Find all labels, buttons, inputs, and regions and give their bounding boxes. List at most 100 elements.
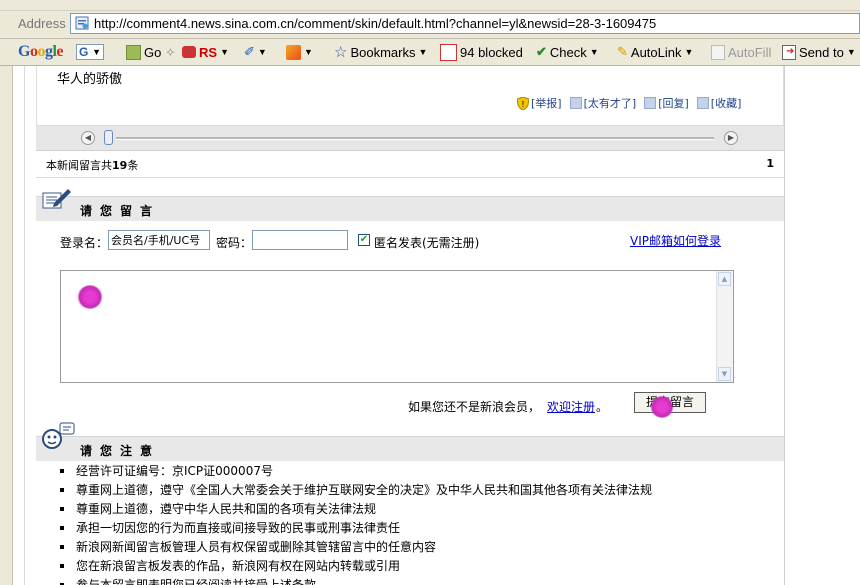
comment-form: 登录名： 密码： ✔ 匿名发表(无需注册) VIP邮箱如何登录 ▲ ▼ 如果您还… bbox=[36, 216, 784, 436]
comment-actions: ! [举报] [太有才了] [回复] [收藏] bbox=[517, 95, 741, 111]
chevron-down-icon: ▼ bbox=[92, 47, 101, 57]
report-link[interactable]: ! [举报] bbox=[517, 95, 562, 111]
scroll-down-arrow-icon[interactable]: ▼ bbox=[718, 367, 731, 381]
address-field[interactable]: http://comment4.news.sina.com.cn/comment… bbox=[70, 13, 860, 34]
slider-track-line bbox=[116, 137, 714, 140]
autofill-icon bbox=[711, 44, 725, 60]
cursor-highlight-icon bbox=[650, 396, 674, 418]
right-margin bbox=[785, 66, 860, 585]
comment-textarea[interactable]: ▲ ▼ bbox=[60, 270, 734, 383]
chevron-down-icon: ▼ bbox=[418, 47, 428, 57]
password-label: 密码： bbox=[216, 236, 253, 250]
google-toolbar: Google G ▼ Go ⟡ RS ▼ ✐ ▼ ▼ ☆ Bookmarks ▼… bbox=[0, 39, 860, 66]
slider-right-button[interactable]: ▶ bbox=[724, 131, 738, 145]
notice-header: 请您注意 bbox=[36, 436, 784, 461]
go-button[interactable]: Go bbox=[126, 43, 161, 61]
comment-count-row: 本新闻留言共19条 1 bbox=[36, 151, 784, 178]
reply-label: [回复] bbox=[658, 97, 689, 110]
page-slider: ◀ ▶ bbox=[36, 126, 784, 151]
reply-link[interactable]: [回复] bbox=[644, 95, 689, 111]
cursor-highlight-icon bbox=[77, 285, 103, 309]
autolink-label: AutoLink bbox=[630, 44, 682, 60]
list-item: 参与本留言即表明您已经阅读并接受上述条款 bbox=[58, 576, 652, 585]
square-icon bbox=[569, 97, 582, 109]
password-input[interactable] bbox=[252, 230, 348, 250]
previous-comment-card: 华人的骄傲 ! [举报] [太有才了] [回复] [收藏] bbox=[36, 66, 784, 126]
list-item: 尊重网上道德，遵守《全国人大常委会关于维护互联网安全的决定》及中华人民共和国其他… bbox=[58, 481, 652, 500]
scroll-up-arrow-icon[interactable]: ▲ bbox=[718, 272, 731, 286]
list-item: 承担一切因您的行为而直接或间接导致的民事或刑事法律责任 bbox=[58, 519, 652, 538]
autofill-button[interactable]: AutoFill bbox=[711, 43, 771, 61]
pencil-icon: ✐ bbox=[244, 44, 255, 59]
left-divider-line bbox=[24, 66, 25, 585]
wand-icon: ✎ bbox=[617, 44, 628, 59]
textarea-scrollbar[interactable]: ▲ ▼ bbox=[716, 271, 733, 382]
chevron-right-icon: ▶ bbox=[727, 133, 735, 142]
list-item: 经营许可证编号：京ICP证000007号 bbox=[58, 462, 652, 481]
google-logo[interactable]: Google bbox=[18, 43, 63, 61]
search-box-letter: G bbox=[79, 45, 89, 59]
chevron-left-icon: ◀ bbox=[84, 133, 92, 142]
check-label: Check bbox=[549, 44, 587, 60]
svg-text:!: ! bbox=[521, 100, 524, 109]
favorite-link[interactable]: [收藏] bbox=[696, 95, 742, 111]
register-link[interactable]: 欢迎注册 bbox=[547, 398, 595, 415]
google-search-box[interactable]: G ▼ bbox=[76, 43, 104, 61]
speech-bubble-icon bbox=[42, 422, 75, 449]
not-member-text: 如果您还不是新浪会员， bbox=[408, 400, 541, 414]
favorite-label: [收藏] bbox=[710, 97, 742, 110]
star-icon: ☆ bbox=[334, 44, 348, 61]
login-label: 登录名： bbox=[60, 236, 109, 250]
address-bar: Address http://comment4.news.sina.com.cn… bbox=[0, 11, 860, 39]
square-icon bbox=[644, 97, 657, 109]
list-item: 您在新浪留言板发表的作品，新浪网有权在网站内转载或引用 bbox=[58, 557, 652, 576]
slider-thumb[interactable] bbox=[104, 130, 113, 145]
slider-left-button[interactable]: ◀ bbox=[81, 131, 95, 145]
page-content: 华人的骄傲 ! [举报] [太有才了] [回复] [收藏] ◀ ▶ 本新闻留言共… bbox=[0, 66, 860, 585]
chevron-down-icon: ▼ bbox=[220, 47, 229, 57]
send-to-icon: ➜ bbox=[782, 44, 796, 60]
comment-text: 华人的骄傲 bbox=[57, 72, 123, 87]
go-arrow-icon bbox=[126, 44, 141, 60]
notice-title: 请您注意 bbox=[80, 444, 161, 458]
anonymous-label: 匿名发表(无需注册) bbox=[374, 236, 480, 250]
talented-link[interactable]: [太有才了] bbox=[569, 95, 637, 111]
spell-check-button[interactable]: ✔ Check ▼ bbox=[536, 43, 599, 61]
shield-warning-icon: ! bbox=[517, 96, 529, 110]
blogger-button[interactable]: ▼ bbox=[286, 43, 313, 61]
send-to-button[interactable]: ➜ Send to ▼ bbox=[782, 43, 856, 61]
left-page-border bbox=[0, 66, 13, 585]
register-suffix: 。 bbox=[596, 400, 609, 414]
popup-blocked-icon bbox=[440, 43, 457, 61]
chevron-down-icon: ▼ bbox=[589, 47, 599, 57]
go-label: Go bbox=[144, 44, 162, 60]
popup-blocker-button[interactable]: 94 blocked bbox=[440, 43, 523, 61]
notice-list: 经营许可证编号：京ICP证000007号 尊重网上道德，遵守《全国人大常委会关于… bbox=[58, 462, 652, 585]
send-to-label: Send to bbox=[799, 44, 844, 60]
pen-writing-icon bbox=[42, 189, 71, 209]
bookmarks-button[interactable]: ☆ Bookmarks ▼ bbox=[334, 43, 427, 61]
blocked-label: 94 blocked bbox=[460, 44, 523, 60]
username-input[interactable] bbox=[108, 230, 210, 250]
chevron-down-icon: ▼ bbox=[684, 47, 694, 57]
chevron-down-icon: ▼ bbox=[304, 47, 313, 57]
highlight-button[interactable]: ✐ ▼ bbox=[244, 43, 267, 61]
chevron-down-icon: ▼ bbox=[846, 47, 856, 57]
url-text: http://comment4.news.sina.com.cn/comment… bbox=[94, 16, 657, 31]
spellcheck-icon: ✔ bbox=[536, 44, 547, 59]
autolink-button[interactable]: ✎ AutoLink ▼ bbox=[617, 43, 693, 61]
address-label: Address bbox=[18, 16, 66, 31]
bookmarks-label: Bookmarks bbox=[350, 44, 416, 60]
list-item: 尊重网上道德，遵守中华人民共和国的各项有关法律法规 bbox=[58, 500, 652, 519]
page-number[interactable]: 1 bbox=[766, 157, 774, 170]
vip-mail-login-link[interactable]: VIP邮箱如何登录 bbox=[630, 232, 721, 249]
rs-button[interactable]: RS ▼ bbox=[182, 43, 229, 61]
talented-label: [太有才了] bbox=[583, 97, 637, 110]
anonymous-checkbox[interactable]: ✔ bbox=[358, 234, 370, 246]
page-icon bbox=[75, 16, 89, 30]
report-label: [举报] bbox=[531, 97, 562, 110]
rs-icon bbox=[182, 46, 196, 58]
separator-icon: ⟡ bbox=[166, 44, 175, 59]
rs-label: RS bbox=[199, 44, 218, 60]
chevron-down-icon: ▼ bbox=[257, 47, 267, 57]
